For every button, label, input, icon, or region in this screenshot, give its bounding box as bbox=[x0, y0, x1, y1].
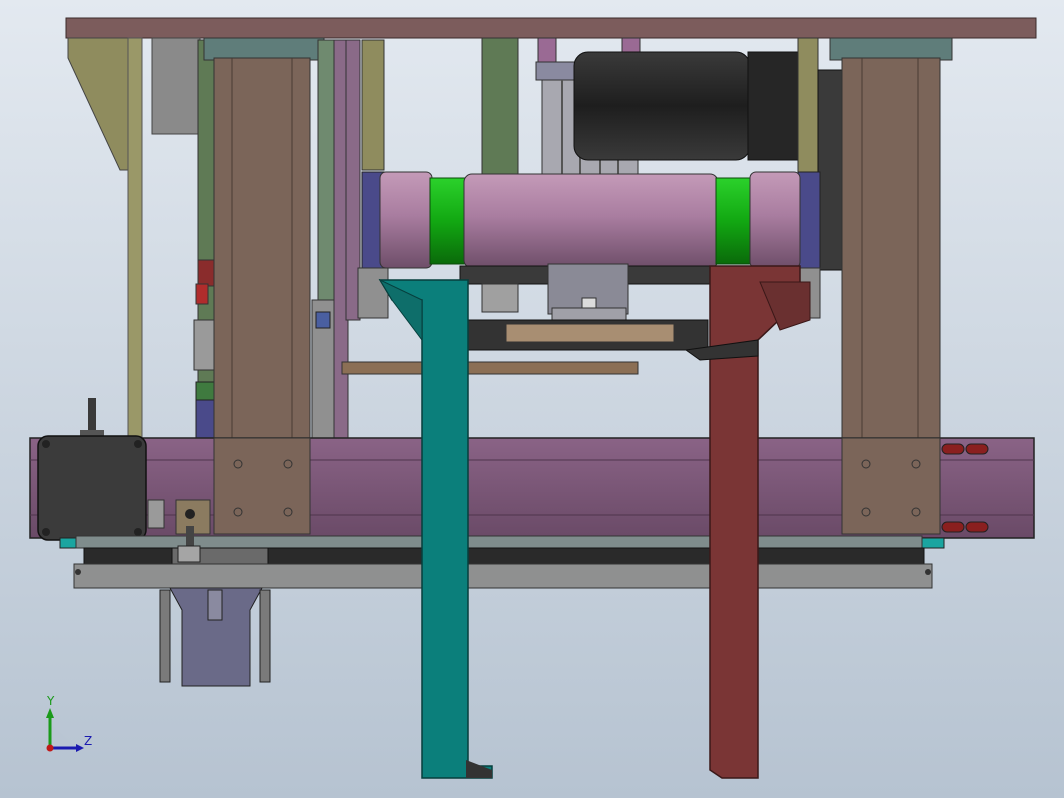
center-green-strut bbox=[481, 37, 519, 179]
triad-y-label: Y bbox=[47, 694, 55, 708]
grey-block-left bbox=[151, 37, 201, 135]
stepper-motor bbox=[37, 435, 147, 541]
stepper-screw bbox=[42, 440, 50, 448]
base-plate-bolt bbox=[75, 569, 81, 575]
roller-main bbox=[463, 173, 719, 269]
cad-viewport[interactable]: Y Z bbox=[0, 0, 1064, 798]
center-tan-plate bbox=[505, 323, 675, 343]
slider-tab bbox=[177, 545, 201, 563]
left-bearing-block bbox=[193, 319, 217, 371]
left-blue-block bbox=[195, 399, 215, 441]
base-plate-bolt bbox=[925, 569, 931, 575]
base-rail-top bbox=[75, 535, 923, 549]
sensor-hole bbox=[185, 509, 195, 519]
tan-cross-bar bbox=[341, 361, 639, 375]
roller-left-cap bbox=[379, 171, 433, 269]
beam-slot bbox=[941, 443, 965, 455]
assembly-drawing bbox=[0, 0, 1064, 798]
roller-right-cap bbox=[749, 171, 801, 269]
spacer bbox=[147, 499, 165, 529]
right-motor-coupler bbox=[817, 69, 845, 271]
base-plate bbox=[73, 563, 933, 589]
center-left-clip bbox=[481, 283, 519, 313]
blue-fitting bbox=[315, 311, 331, 329]
beam-slot bbox=[965, 521, 989, 533]
left-green-clip bbox=[195, 381, 215, 401]
triad-origin bbox=[46, 744, 54, 752]
roller-left-ring bbox=[429, 177, 467, 265]
gearbox-belt-left bbox=[159, 589, 171, 683]
beam-slot bbox=[941, 521, 965, 533]
drive-motor-body bbox=[573, 51, 751, 161]
roller-right-endplate bbox=[797, 171, 821, 269]
left-red-clamp bbox=[197, 259, 217, 287]
gearbox-belt-right bbox=[259, 589, 271, 683]
top-plate bbox=[65, 17, 1037, 39]
left-green-strut bbox=[197, 39, 217, 441]
beam-slot bbox=[965, 443, 989, 455]
drive-motor-endcap bbox=[747, 51, 799, 161]
stepper-screw bbox=[42, 528, 50, 536]
right-column-front bbox=[841, 437, 941, 535]
right-column-cap bbox=[829, 37, 953, 61]
pink-rod-left bbox=[537, 37, 557, 65]
stepper-screw bbox=[134, 528, 142, 536]
left-column-cap bbox=[203, 37, 325, 61]
triad-z-label: Z bbox=[84, 734, 93, 748]
left-red-clamp-2 bbox=[195, 283, 209, 305]
left-roller-clip bbox=[357, 267, 389, 319]
stepper-screw bbox=[134, 440, 142, 448]
strut-d bbox=[361, 39, 385, 171]
gearbox-post bbox=[207, 589, 223, 621]
left-column-front bbox=[213, 437, 311, 535]
roller-right-ring bbox=[715, 177, 753, 265]
left-upright bbox=[127, 37, 143, 439]
